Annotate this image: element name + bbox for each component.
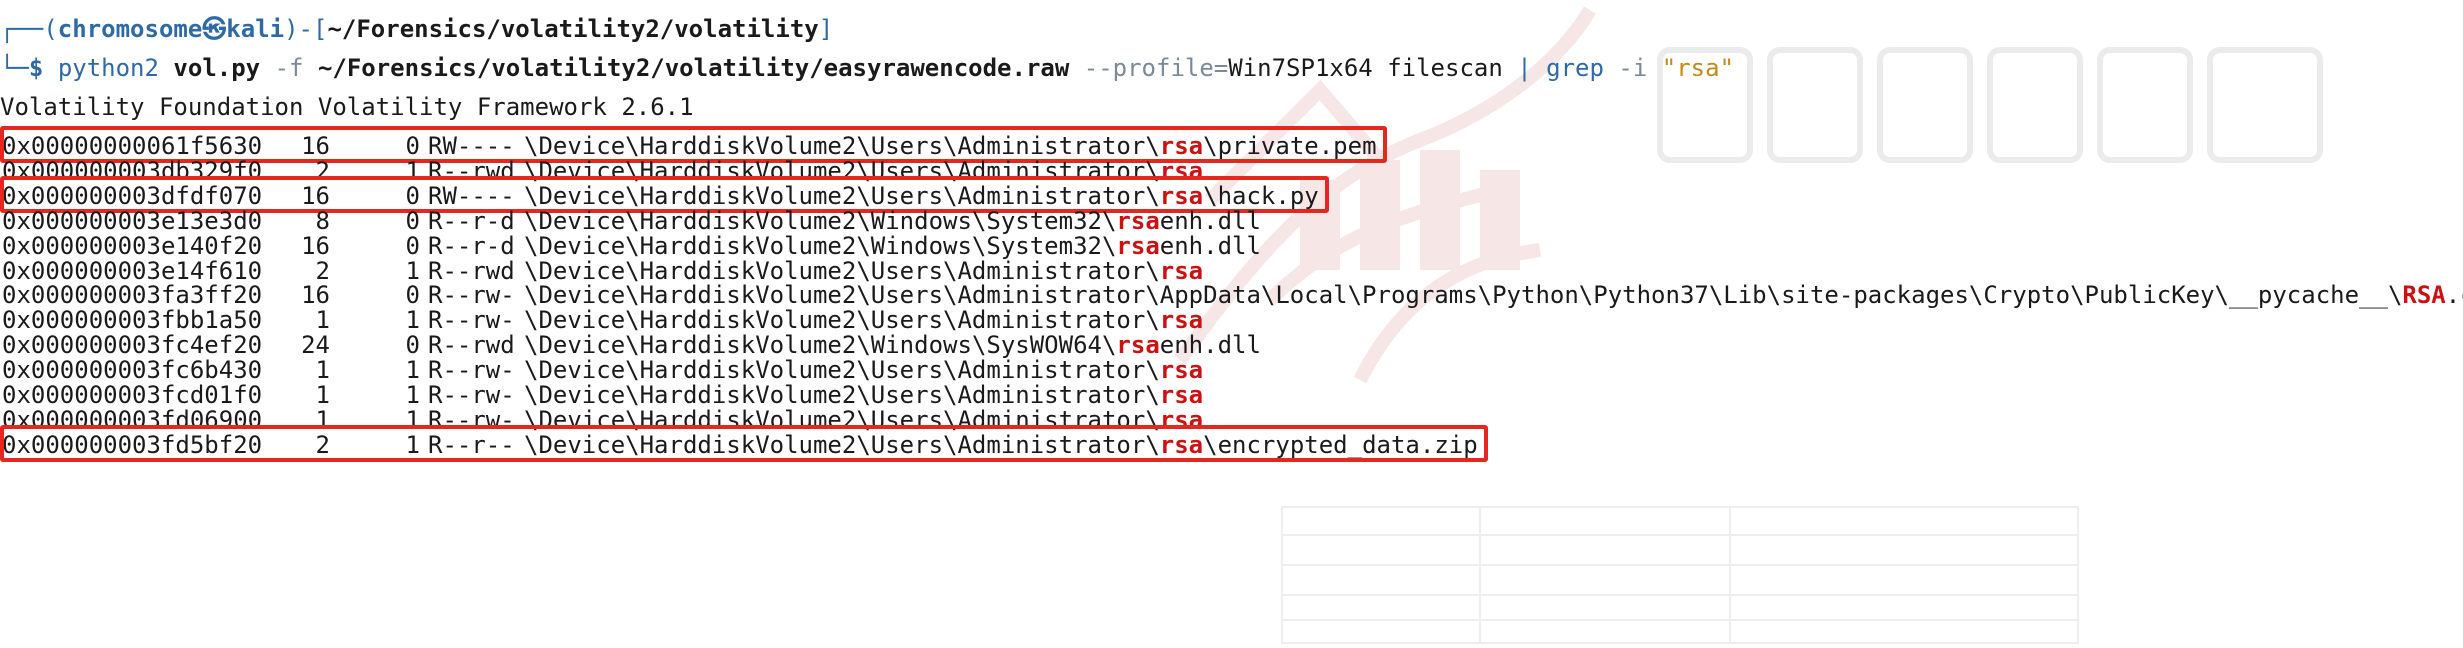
cmd-pipe: | [1517,54,1532,82]
volatility-banner: Volatility Foundation Volatility Framewo… [0,93,694,121]
prompt-header: ┌──(chromosome㉿kali)-[~/Forensics/volati… [0,10,833,48]
cmd-flag-f: -f [274,54,304,82]
cmd-pattern: "rsa" [1661,54,1735,82]
cmd-grep-flag: -i [1618,54,1648,82]
cmd-script: vol.py [173,54,261,82]
prompt-host: kali [226,15,285,43]
prompt-corner-top: ┌──( [0,15,58,43]
row-path-suffix: .cpython-37.pyc [2445,281,2463,309]
cmd-interpreter: python2 [57,54,159,82]
prompt-user: chromosome [57,15,203,43]
row-path-match: rsa [1159,431,1204,459]
cmd-grep: grep [1546,54,1604,82]
terminal-window[interactable]: ┌──(chromosome㉿kali)-[~/Forensics/volati… [0,0,2463,648]
prompt-corner-bottom: └─ [0,54,29,82]
prompt-separator: )-[ [284,15,328,43]
row-offset: 0x000000003fd5bf20 [2,431,263,459]
command-line[interactable]: └─$ python2 vol.py -f ~/Forensics/volati… [0,49,1734,87]
row-path-prefix: \Device\HarddiskVolume2\Users\Administra… [524,431,1160,459]
row-ptr-count: 2 [315,431,330,459]
row-path-suffix: \encrypted_data.zip [1203,431,1478,459]
row-path-suffix: \private.pem [1203,132,1377,160]
row-path: \Device\HarddiskVolume2\Users\Administra… [524,426,1478,464]
row-handle-count: 1 [405,431,420,459]
prompt-cwd: ~/Forensics/volatility2/volatility [327,15,819,43]
prompt-close-bracket: ] [818,15,834,43]
row-access: R--r-- [428,431,515,459]
cmd-plugin: filescan [1387,54,1503,82]
cmd-profile-value: Win7SP1x64 [1228,54,1373,82]
cmd-profile-option: --profile= [1083,54,1229,82]
prompt-at-icon: ㉿ [202,15,227,43]
prompt-dollar: $ [28,54,44,82]
row-path-match: RSA [2402,281,2446,309]
watermark-table-icon [1281,506,2079,644]
cmd-image-path: ~/Forensics/volatility2/volatility/easyr… [317,54,1070,82]
watermark-graffiti-icon [1657,47,2323,163]
